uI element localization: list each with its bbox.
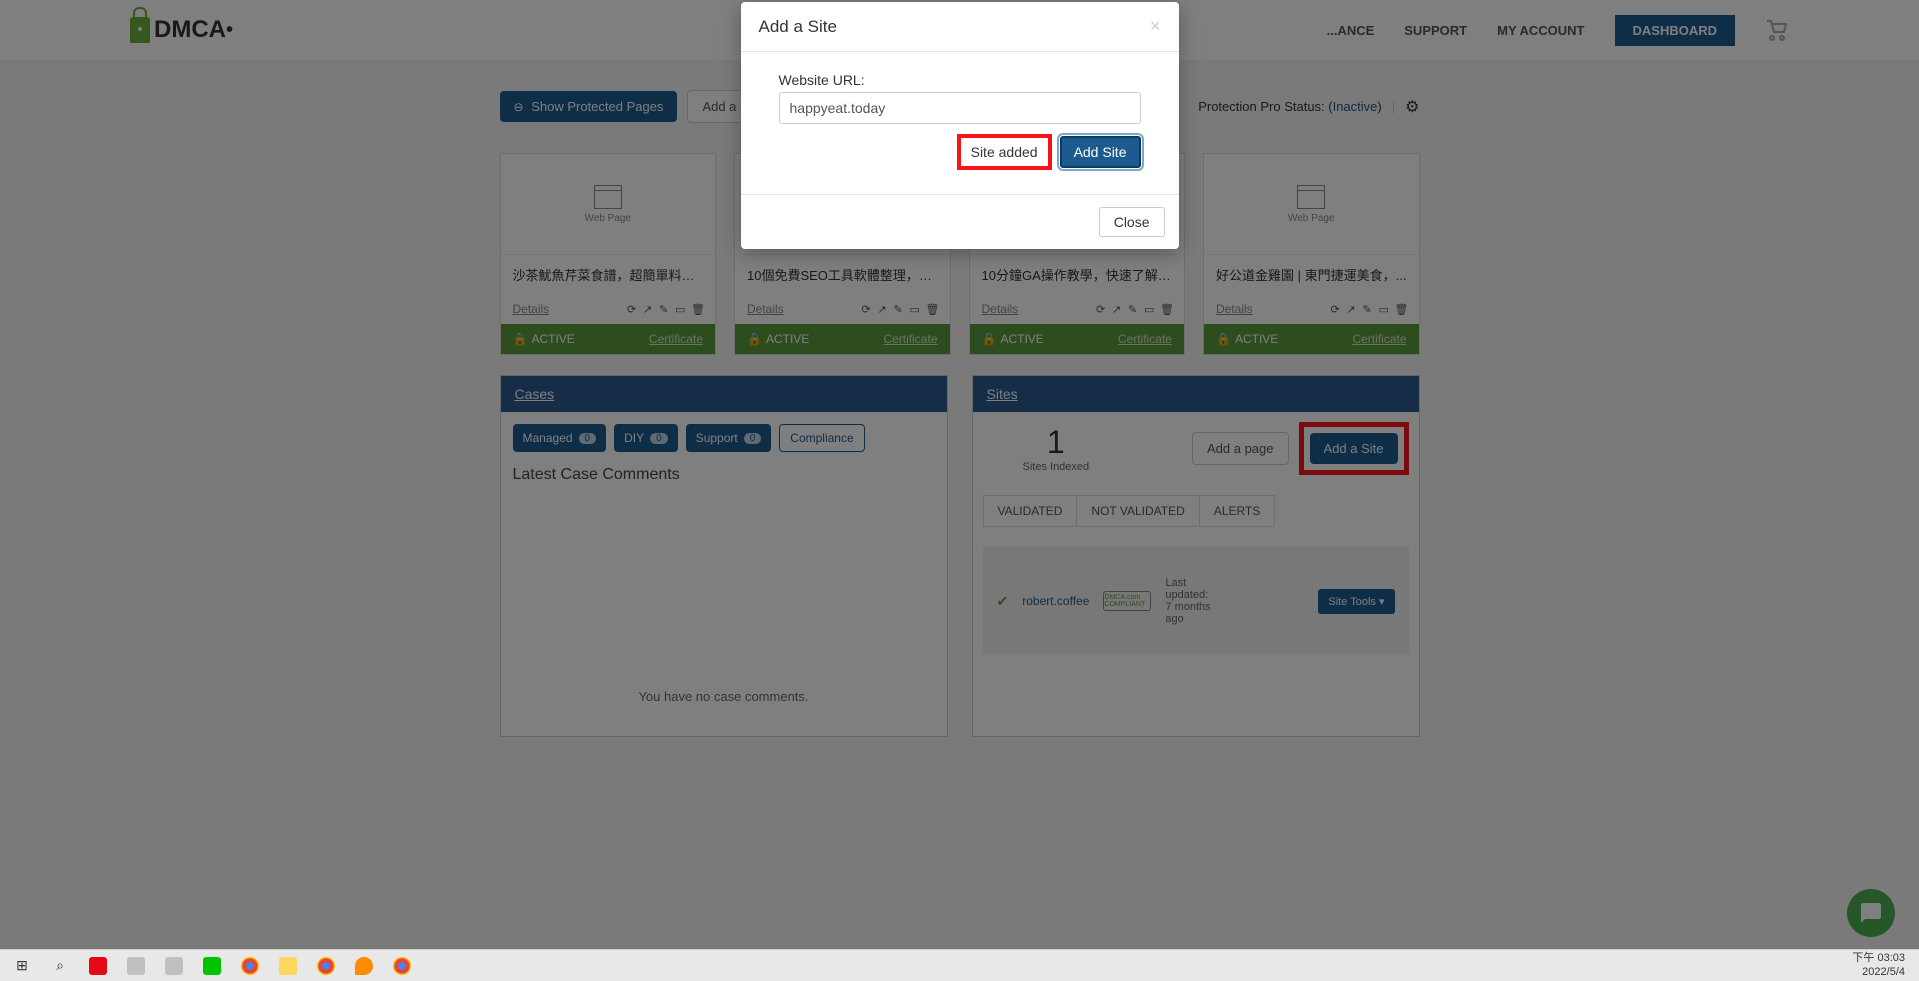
site-added-message: Site added xyxy=(957,134,1052,170)
netflix-icon[interactable] xyxy=(82,952,114,980)
clock-time: 下午 03:03 xyxy=(1852,952,1905,965)
app-icon[interactable] xyxy=(120,952,152,980)
line-icon[interactable] xyxy=(196,952,228,980)
start-icon[interactable]: ⊞ xyxy=(6,952,38,980)
add-site-modal: Add a Site × Website URL: Site added Add… xyxy=(741,2,1179,249)
fire-icon[interactable] xyxy=(348,952,380,980)
clock-date: 2022/5/4 xyxy=(1852,966,1905,979)
taskbar: ⊞ ⌕ 下午 03:03 2022/5/4 xyxy=(0,949,1919,981)
modal-body: Website URL: Site added Add Site xyxy=(741,52,1179,194)
modal-footer: Close xyxy=(741,194,1179,249)
url-label: Website URL: xyxy=(779,72,1141,88)
add-site-submit-button[interactable]: Add Site xyxy=(1060,136,1141,168)
search-icon[interactable]: ⌕ xyxy=(44,952,76,980)
url-input[interactable] xyxy=(779,92,1141,124)
folder-icon[interactable] xyxy=(272,952,304,980)
form-actions: Site added Add Site xyxy=(779,134,1141,170)
taskbar-clock[interactable]: 下午 03:03 2022/5/4 xyxy=(1852,952,1913,978)
app-icon[interactable] xyxy=(158,952,190,980)
chrome-active-icon[interactable] xyxy=(386,952,418,980)
chrome-icon[interactable] xyxy=(234,952,266,980)
chrome-icon[interactable] xyxy=(310,952,342,980)
modal-title: Add a Site xyxy=(759,17,837,37)
close-icon[interactable]: × xyxy=(1150,16,1161,37)
close-button[interactable]: Close xyxy=(1099,207,1165,237)
modal-header: Add a Site × xyxy=(741,2,1179,52)
